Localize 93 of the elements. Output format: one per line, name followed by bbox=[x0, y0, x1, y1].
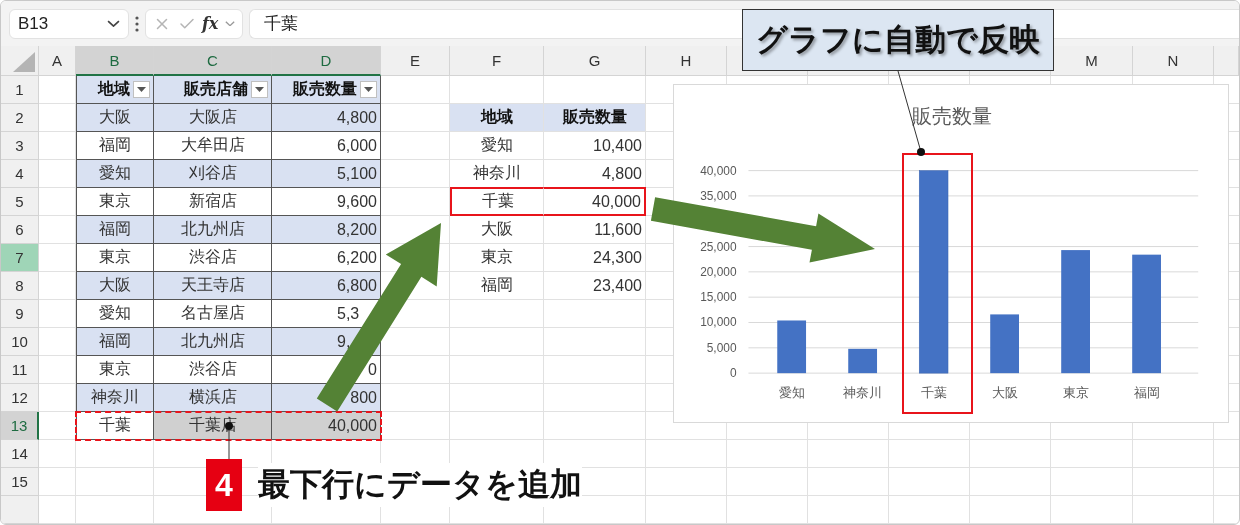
column-heading: 販売数量 bbox=[293, 79, 357, 99]
name-box[interactable]: B13 bbox=[9, 8, 129, 39]
step-number: 4 bbox=[206, 459, 242, 511]
axis-label: 40,000 bbox=[700, 163, 737, 178]
table-cell: 新宿店 bbox=[154, 188, 272, 216]
row-header[interactable]: 10 bbox=[1, 328, 39, 356]
table-cell: 名古屋店 bbox=[154, 300, 272, 328]
row-header[interactable]: 13 bbox=[1, 412, 39, 440]
column-header[interactable]: N bbox=[1133, 46, 1214, 76]
table-cell: 4,800 bbox=[272, 104, 381, 132]
table-cell: 福岡 bbox=[76, 328, 154, 356]
table-header-cell: 地域 bbox=[450, 104, 544, 132]
axis-label: 千葉 bbox=[920, 384, 947, 400]
column-header[interactable]: F bbox=[450, 46, 544, 76]
table-cell: 6,000 bbox=[272, 132, 381, 160]
table-cell: 愛知 bbox=[76, 300, 154, 328]
column-heading: 販売店舗 bbox=[184, 79, 248, 99]
table-cell: 東京 bbox=[76, 244, 154, 272]
table-cell: 大阪 bbox=[76, 104, 154, 132]
axis-label: 25,000 bbox=[700, 239, 737, 254]
table-cell: 6,800 bbox=[272, 272, 381, 300]
axis-label: 35,000 bbox=[700, 188, 737, 203]
row-header[interactable]: 5 bbox=[1, 188, 39, 216]
insert-function-button[interactable]: fx bbox=[201, 14, 219, 33]
table-cell: 愛知 bbox=[76, 160, 154, 188]
column-header[interactable]: C bbox=[154, 46, 272, 76]
table-cell: 刈谷店 bbox=[154, 160, 272, 188]
table-cell: 北九州店 bbox=[154, 216, 272, 244]
row-header[interactable]: 9 bbox=[1, 300, 39, 328]
caret-icon bbox=[255, 87, 264, 92]
column-header[interactable]: D bbox=[272, 46, 381, 76]
axis-label: 20,000 bbox=[700, 264, 737, 279]
table-cell: 大牟田店 bbox=[154, 132, 272, 160]
column-header[interactable]: M bbox=[1051, 46, 1133, 76]
caret-icon bbox=[137, 87, 146, 92]
table-cell: 横浜店 bbox=[154, 384, 272, 412]
formula-field[interactable]: 千葉 bbox=[249, 8, 725, 39]
row-header[interactable]: 4 bbox=[1, 160, 39, 188]
row-header[interactable]: 3 bbox=[1, 132, 39, 160]
axis-label: 5,000 bbox=[706, 340, 737, 355]
row-header[interactable]: 15 bbox=[1, 468, 39, 496]
row-header[interactable]: 6 bbox=[1, 216, 39, 244]
table-cell: 東京 bbox=[76, 188, 154, 216]
row-header[interactable]: 7 bbox=[1, 244, 39, 272]
axis-label: 愛知 bbox=[778, 384, 805, 400]
axis-label: 神奈川 bbox=[843, 384, 883, 400]
callout: グラフに自動で反映 bbox=[742, 9, 1054, 71]
filter-button[interactable] bbox=[360, 81, 377, 98]
table-cell: 天王寺店 bbox=[154, 272, 272, 300]
table-cell: 大阪店 bbox=[154, 104, 272, 132]
row-header[interactable]: 14 bbox=[1, 440, 39, 468]
step-caption: 最下行にデータを追加 bbox=[258, 463, 582, 507]
table-cell: 福岡 bbox=[76, 132, 154, 160]
table-header-cell: 販売数量 bbox=[544, 104, 646, 132]
table-cell: 8,200 bbox=[272, 216, 381, 244]
table-cell: 神奈川 bbox=[76, 384, 154, 412]
column-header[interactable]: B bbox=[76, 46, 154, 76]
table-cell: 千葉 bbox=[76, 412, 154, 440]
column-heading: 地域 bbox=[98, 79, 130, 99]
table-cell: 40,000 bbox=[544, 187, 646, 216]
axis-label: 大阪 bbox=[991, 384, 1018, 400]
caret-icon bbox=[364, 87, 373, 92]
more-icon[interactable] bbox=[135, 15, 139, 32]
table-cell: 渋谷店 bbox=[154, 244, 272, 272]
column-header[interactable]: E bbox=[381, 46, 450, 76]
row-header[interactable]: 2 bbox=[1, 104, 39, 132]
filter-button[interactable] bbox=[133, 81, 150, 98]
table-cell: 6,200 bbox=[272, 244, 381, 272]
column-header[interactable]: G bbox=[544, 46, 646, 76]
table-cell: 5,100 bbox=[272, 160, 381, 188]
table-cell: 渋谷店 bbox=[154, 356, 272, 384]
chart-title: 販売数量 bbox=[912, 104, 992, 127]
axis-label: 東京 bbox=[1062, 384, 1089, 400]
table-cell: 北九州店 bbox=[154, 328, 272, 356]
filter-button[interactable] bbox=[251, 81, 268, 98]
row-header[interactable]: 1 bbox=[1, 76, 39, 104]
table-cell: 福岡 bbox=[76, 216, 154, 244]
caret-icon[interactable] bbox=[224, 20, 235, 27]
row-header[interactable]: 8 bbox=[1, 272, 39, 300]
caret-icon bbox=[107, 19, 120, 28]
axis-label: 15,000 bbox=[700, 290, 737, 305]
table-cell: 9,600 bbox=[272, 188, 381, 216]
row-header[interactable]: 12 bbox=[1, 384, 39, 412]
row-header[interactable]: 11 bbox=[1, 356, 39, 384]
table-cell: 大阪 bbox=[76, 272, 154, 300]
axis-label: 0 bbox=[729, 366, 737, 381]
table-cell: 40,000 bbox=[272, 412, 381, 440]
column-header[interactable]: H bbox=[646, 46, 727, 76]
axis-label: 10,000 bbox=[700, 315, 737, 330]
table-cell: 東京 bbox=[76, 356, 154, 384]
axis-label: 福岡 bbox=[1133, 384, 1160, 400]
table-cell: 千葉 bbox=[450, 187, 544, 216]
column-header[interactable]: A bbox=[39, 46, 76, 76]
